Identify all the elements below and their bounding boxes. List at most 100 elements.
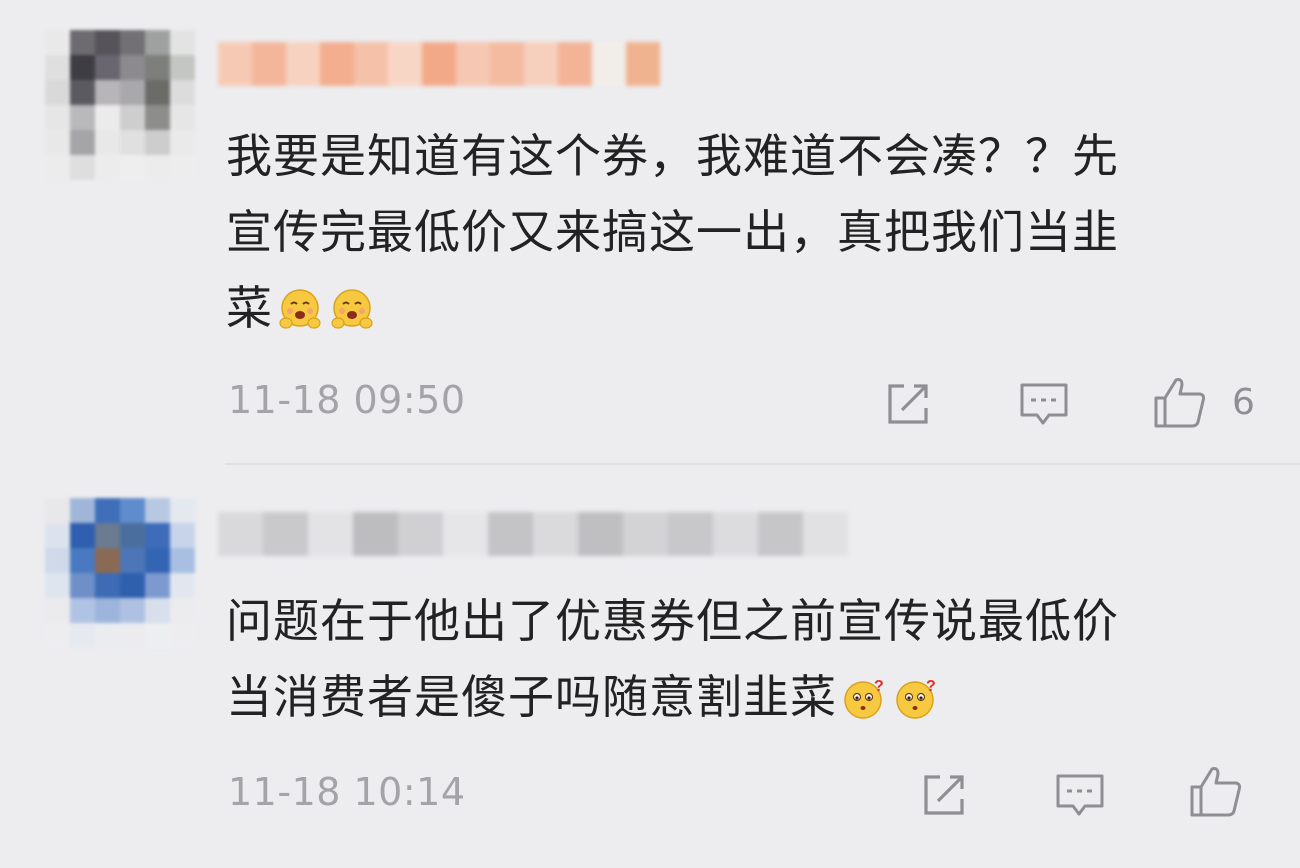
avatar-pixel [45,548,70,573]
username-pixel [592,42,626,86]
avatar-pixel [145,130,170,155]
avatar-pixel [95,30,120,55]
svg-text:?: ? [926,678,937,695]
avatar-pixel [120,598,145,623]
avatar-pixel [70,105,95,130]
repost-button[interactable] [880,376,936,432]
avatar-pixel [145,105,170,130]
username-pixel [218,42,252,86]
avatar-pixel [170,80,195,105]
avatar-pixel [170,130,195,155]
avatar-pixel [45,155,70,180]
avatar-pixel [70,30,95,55]
avatar[interactable] [45,30,195,180]
avatar-pixel [70,523,95,548]
username-pixel [218,512,263,556]
username-pixelated[interactable] [218,512,848,556]
username-pixel [286,42,320,86]
avatar-pixel [120,30,145,55]
avatar-pixel [45,130,70,155]
avatar-pixel [145,155,170,180]
question-emoji-icon: ? [844,678,885,719]
like-button[interactable] [1188,763,1244,819]
repost-icon [888,384,928,424]
avatar-pixel [45,598,70,623]
avatar-pixel [120,623,145,648]
username-pixel [803,512,848,556]
like-button[interactable] [1152,374,1208,430]
avatar-pixel [95,623,120,648]
username-pixel [456,42,490,86]
avatar-pixel [120,55,145,80]
thumbs-up-icon [1154,378,1206,428]
comment-line: 当消费者是傻子吗随意割韭菜 ? ? [226,659,1271,735]
avatar-pixel [120,523,145,548]
avatar-pixel [95,105,120,130]
username-pixelated[interactable] [218,42,660,86]
avatar-pixel [170,523,195,548]
avatar-pixel [170,55,195,80]
avatar-pixel [120,130,145,155]
avatar-pixel [95,498,120,523]
avatar-pixel [95,155,120,180]
username-pixel [353,512,398,556]
hug-emoji-icon [279,289,321,329]
username-pixel [668,512,713,556]
username-pixel [713,512,758,556]
reply-button[interactable] [1016,376,1072,432]
username-pixel [758,512,803,556]
avatar-pixel [95,598,120,623]
comment-item: 问题在于他出了优惠券但之前宣传说最低价 当消费者是傻子吗随意割韭菜 ? ? 11… [0,465,1300,868]
avatar-pixel [145,523,170,548]
avatar-pixel [170,548,195,573]
avatar-pixel [170,30,195,55]
avatar-pixel [95,55,120,80]
comment-text: 问题在于他出了优惠券但之前宣传说最低价 当消费者是傻子吗随意割韭菜 ? ? [226,583,1271,735]
comment-line: 菜 [226,270,1271,346]
avatar-pixel [70,155,95,180]
comment-timestamp: 11-18 10:14 [228,770,466,814]
username-pixel [524,42,558,86]
avatar-pixel [170,598,195,623]
comment-line: 我要是知道有这个券，我难道不会凑？？先 [226,129,1119,183]
avatar-pixel [120,573,145,598]
avatar-pixel [145,80,170,105]
avatar-pixel [70,130,95,155]
username-pixel [252,42,286,86]
username-pixel [398,512,443,556]
comment-item: 我要是知道有这个券，我难道不会凑？？先 宣传完最低价又来搞这一出，真把我们当韭 … [0,0,1300,465]
avatar-pixel [170,573,195,598]
avatar-pixel [120,80,145,105]
reply-button[interactable] [1052,767,1108,823]
avatar-pixel [170,498,195,523]
avatar-pixel [45,80,70,105]
avatar-pixel [70,623,95,648]
username-pixel [320,42,354,86]
avatar-pixel [170,105,195,130]
avatar-pixel [120,498,145,523]
avatar[interactable] [45,498,195,648]
thumbs-up-icon [1190,767,1242,817]
comment-line-text: 菜 [226,281,273,335]
avatar-pixel [95,80,120,105]
avatar-pixel [45,105,70,130]
avatar-pixel [145,548,170,573]
avatar-pixel [120,155,145,180]
avatar-pixel [95,573,120,598]
username-pixel [626,42,660,86]
svg-text:?: ? [874,678,885,695]
avatar-pixel [145,498,170,523]
question-emoji-icon: ? [896,678,937,719]
comment-line: 宣传完最低价又来搞这一出，真把我们当韭 [226,205,1119,259]
avatar-pixel [70,55,95,80]
username-pixel [354,42,388,86]
repost-button[interactable] [916,767,972,823]
comment-timestamp: 11-18 09:50 [228,378,466,422]
avatar-pixel [70,80,95,105]
avatar-pixel [95,548,120,573]
comment-line-text: 当消费者是傻子吗随意割韭菜 [226,670,837,724]
avatar-pixel [45,523,70,548]
username-pixel [388,42,422,86]
username-pixel [490,42,524,86]
repost-icon [924,775,964,815]
